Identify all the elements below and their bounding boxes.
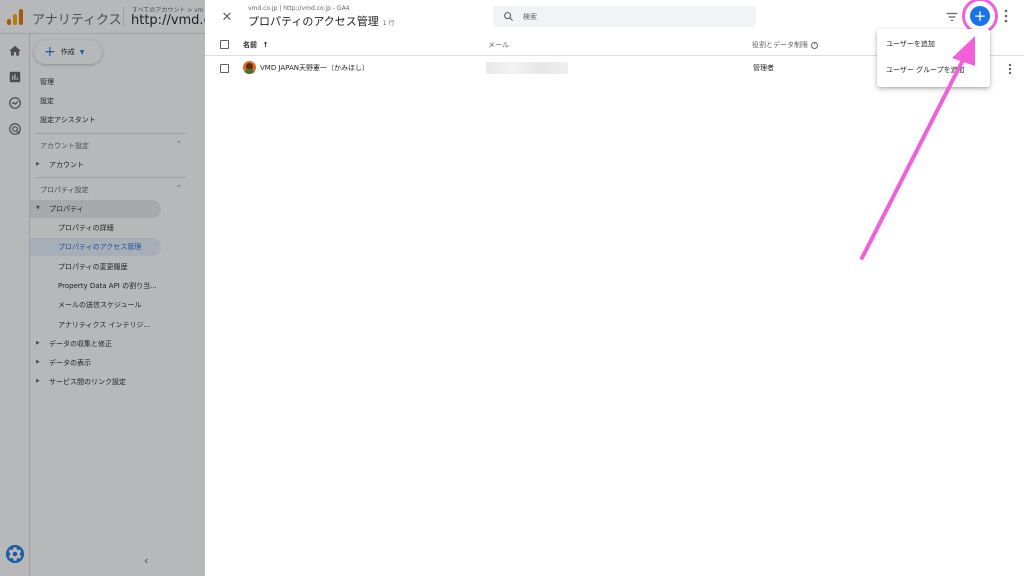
filter-icon[interactable] [945, 10, 959, 24]
row-checkbox[interactable] [220, 64, 229, 73]
menu-item-add-user[interactable]: ユーザーを追加 [877, 32, 990, 56]
modal-scrim[interactable] [0, 0, 205, 576]
add-menu: ユーザーを追加 ユーザー グループを追加 [877, 29, 990, 87]
sort-ascending-icon[interactable]: ↑ [262, 41, 268, 49]
search-input[interactable] [523, 9, 743, 24]
column-header-name[interactable]: 名前 ↑ [243, 40, 268, 50]
panel-title: プロパティのアクセス管理 1 行 [248, 13, 395, 29]
select-all-checkbox[interactable] [220, 40, 229, 49]
row-count: 1 行 [382, 20, 395, 27]
help-icon[interactable]: ? [811, 41, 818, 49]
user-role: 管理者 [753, 64, 774, 72]
search-box [493, 6, 756, 27]
more-vert-icon[interactable] [1002, 8, 1010, 24]
access-management-panel: ✕ vmd.co.jp | http://vmd.co.jp - GA4 プロパ… [205, 0, 1024, 576]
column-header-role[interactable]: 役割とデータ制限? [752, 40, 818, 50]
menu-item-add-user-group[interactable]: ユーザー グループを追加 [877, 58, 990, 82]
user-name: VMD JAPAN天野憲一（かみほし） [260, 64, 369, 72]
search-icon [504, 12, 514, 22]
more-vert-icon[interactable] [1006, 63, 1014, 75]
avatar [243, 61, 256, 74]
panel-title-text: プロパティのアクセス管理 [248, 15, 379, 28]
column-header-email[interactable]: メール [488, 40, 509, 50]
close-icon[interactable]: ✕ [219, 9, 235, 25]
panel-breadcrumb: vmd.co.jp | http://vmd.co.jp - GA4 [248, 5, 350, 12]
user-email-redacted [486, 62, 568, 74]
column-header-role-label: 役割とデータ制限 [752, 41, 808, 49]
column-header-name-label: 名前 [243, 41, 257, 49]
